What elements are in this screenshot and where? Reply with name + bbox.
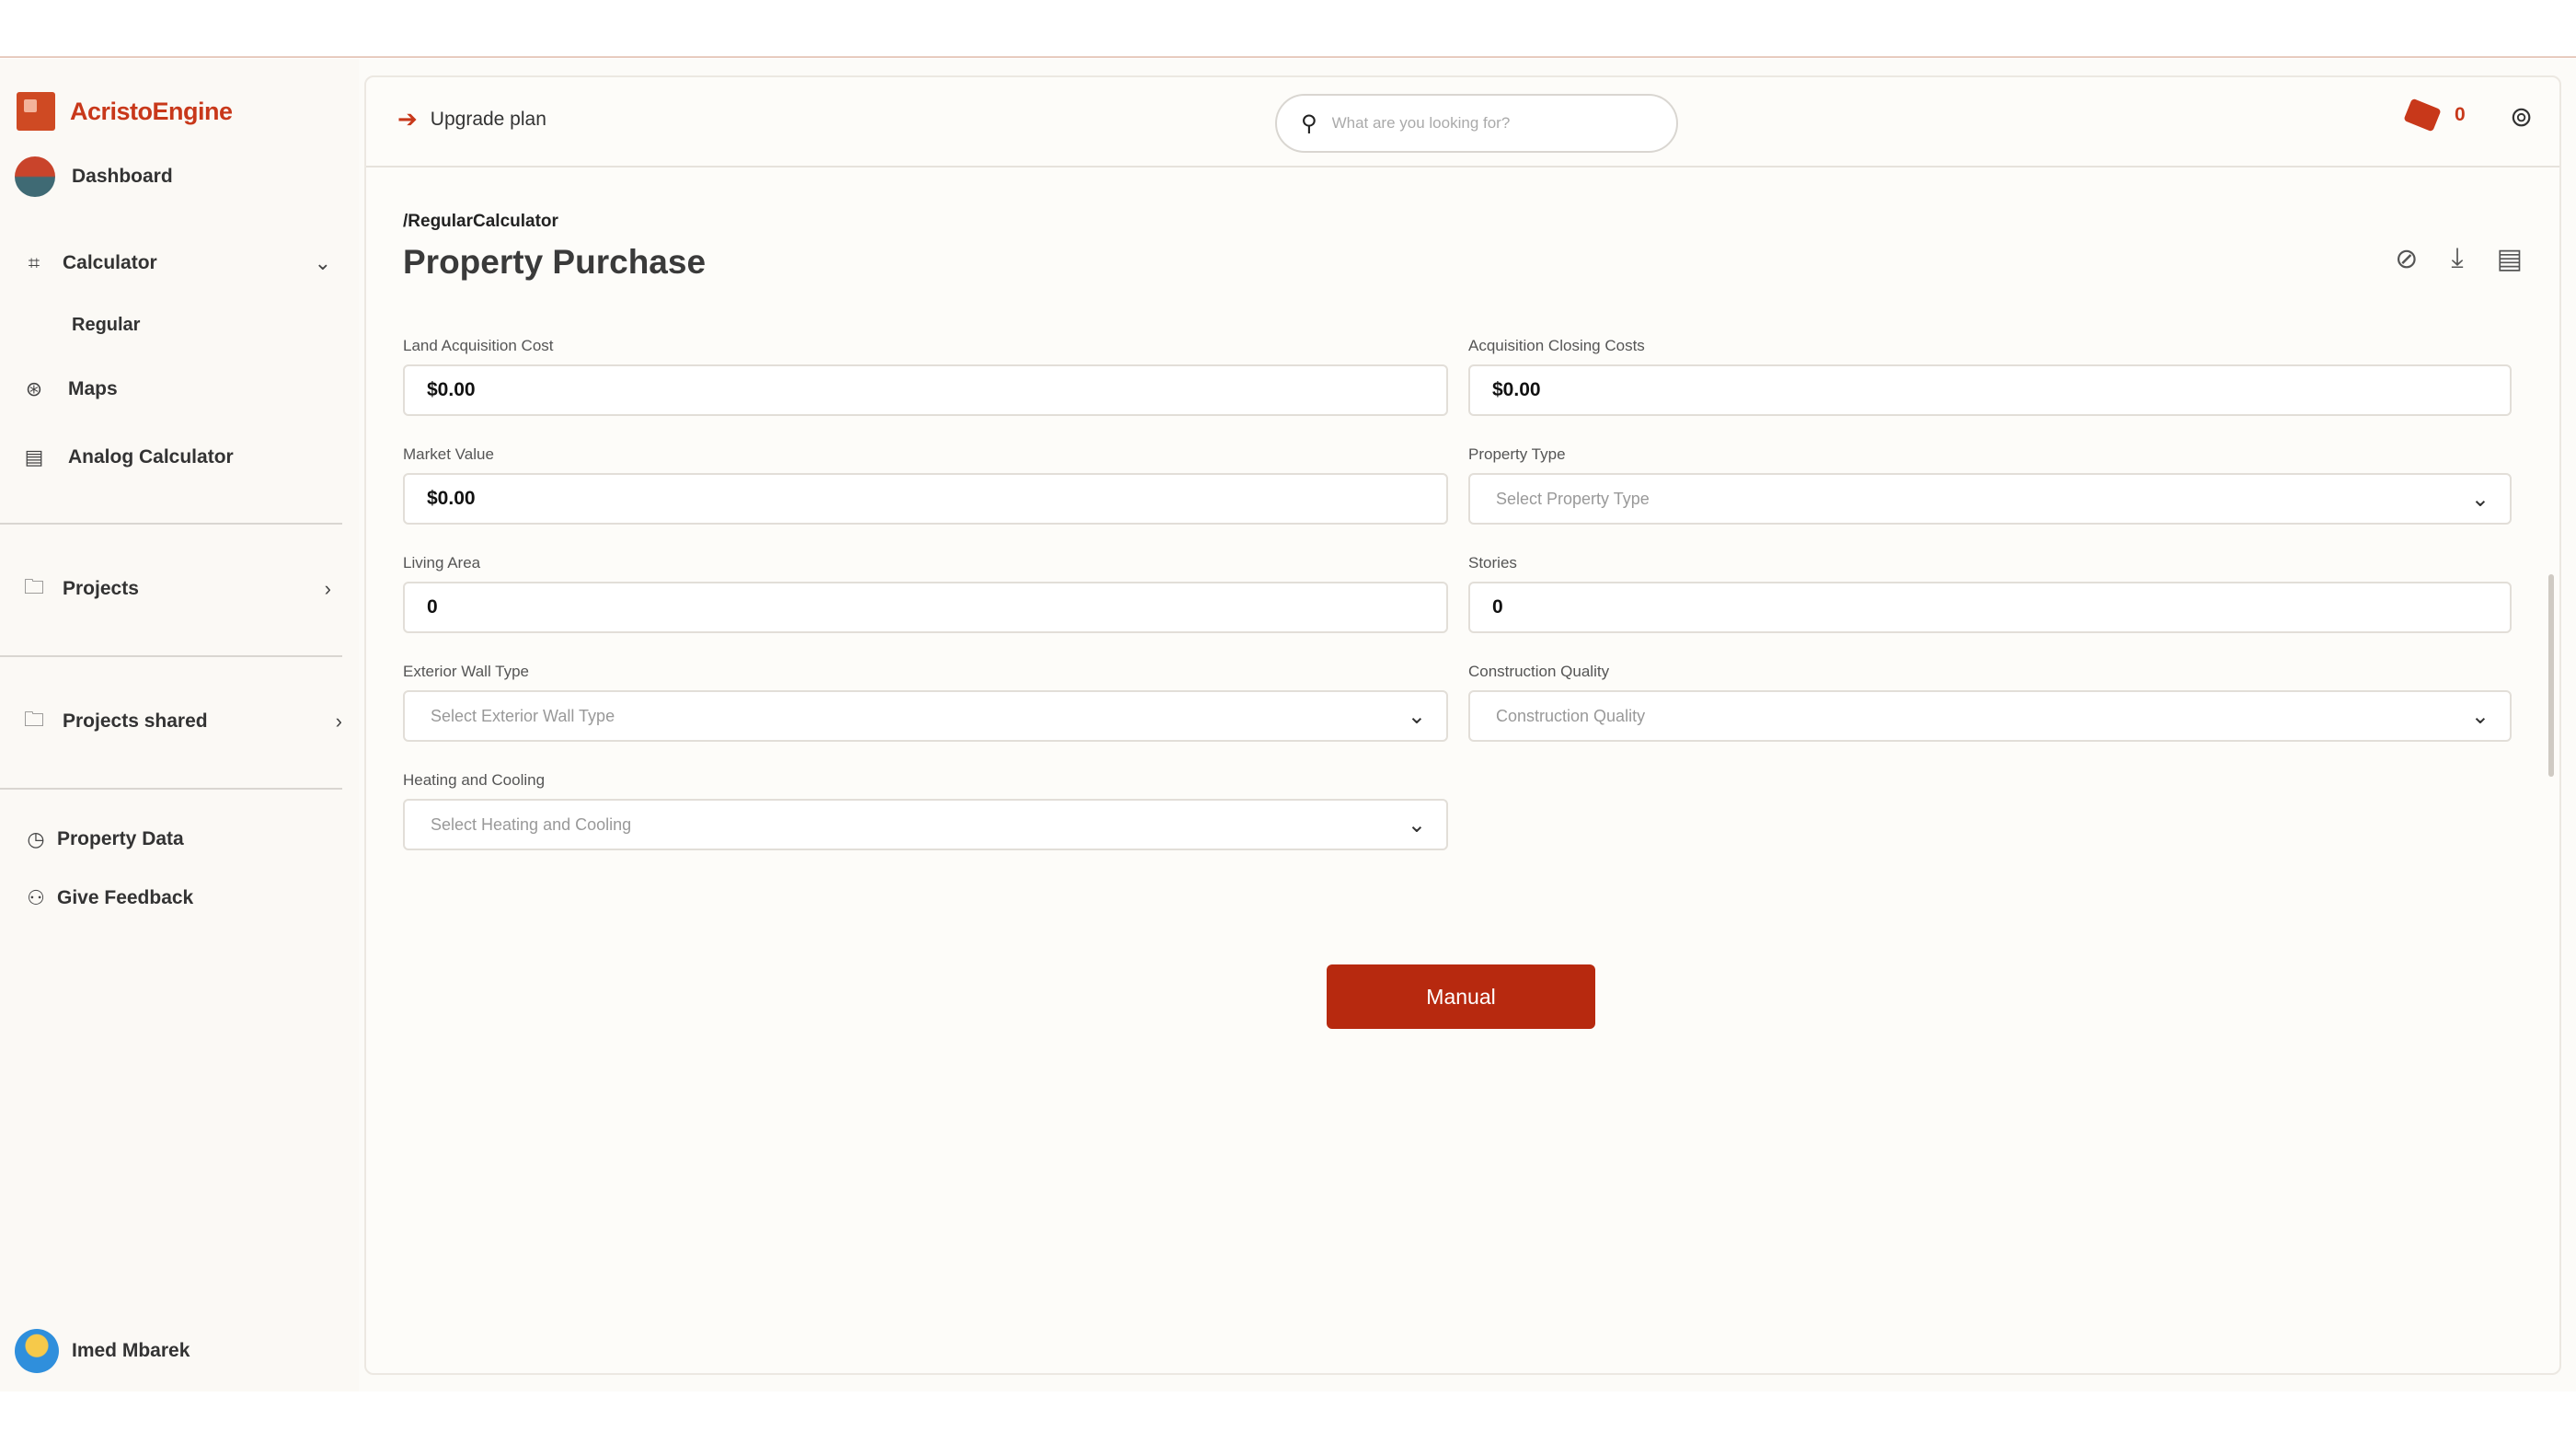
sidebar-item-analog-calculator[interactable]: ▤ Analog Calculator bbox=[18, 433, 359, 481]
sidebar-divider bbox=[0, 655, 342, 657]
sidebar-item-label: Calculator bbox=[63, 252, 157, 273]
chevron-right-icon[interactable]: › bbox=[336, 710, 342, 733]
search-input[interactable] bbox=[1331, 114, 1636, 133]
app-window: AcristoEngine Dashboard ⌗ Calculator ⌄ R… bbox=[0, 59, 2576, 1391]
logo-icon bbox=[17, 92, 55, 131]
tickets-icon bbox=[2403, 98, 2442, 133]
sidebar-item-dashboard[interactable]: Dashboard bbox=[0, 153, 359, 201]
sidebar: AcristoEngine Dashboard ⌗ Calculator ⌄ R… bbox=[0, 59, 359, 1391]
credits-value: 0 bbox=[2455, 104, 2466, 125]
chevron-down-icon: ⌄ bbox=[1407, 813, 1426, 837]
construction-quality-placeholder: Construction Quality bbox=[1496, 706, 1646, 725]
property-type-label: Property Type bbox=[1468, 445, 1566, 463]
land-cost-label: Land Acquisition Cost bbox=[403, 337, 554, 354]
exterior-wall-select[interactable]: Select Exterior Wall Type ⌄ bbox=[403, 690, 1448, 742]
map-icon: ⊛ bbox=[25, 377, 43, 400]
sidebar-subitem-regular[interactable]: Regular bbox=[72, 315, 140, 336]
chevron-down-icon: ⌄ bbox=[2470, 704, 2490, 729]
feedback-icon: ⚇ bbox=[27, 886, 45, 909]
sidebar-item-projects[interactable]: 🗀 Projects › bbox=[18, 565, 359, 613]
sidebar-item-maps[interactable]: ⊛ Maps bbox=[18, 365, 359, 413]
main-panel: ➔ Upgrade plan ⚲ 0 ⊚ /RegularCalculator … bbox=[364, 75, 2561, 1375]
sidebar-item-calculator[interactable]: ⌗ Calculator ⌄ bbox=[18, 239, 359, 287]
sidebar-item-projects-shared[interactable]: 🗀 Projects shared › bbox=[18, 698, 359, 745]
user-profile[interactable]: Imed Mbarek bbox=[15, 1329, 190, 1373]
breadcrumb: /RegularCalculator bbox=[403, 212, 558, 231]
top-bar: ➔ Upgrade plan ⚲ 0 ⊚ bbox=[366, 77, 2559, 167]
stories-label: Stories bbox=[1468, 554, 1517, 572]
history-icon: ◷ bbox=[27, 827, 45, 850]
chevron-down-icon: ⌄ bbox=[2470, 487, 2490, 512]
market-value-input[interactable]: $0.00 bbox=[403, 473, 1448, 525]
app-logo[interactable]: AcristoEngine bbox=[17, 92, 233, 131]
sidebar-item-label: Give Feedback bbox=[57, 887, 194, 908]
property-type-select[interactable]: Select Property Type ⌄ bbox=[1468, 473, 2512, 525]
exterior-wall-label: Exterior Wall Type bbox=[403, 663, 529, 680]
sidebar-item-property-data[interactable]: ◷ Property Data bbox=[20, 815, 359, 863]
avatar bbox=[15, 1329, 59, 1373]
folder-icon: 🗀 bbox=[23, 708, 44, 731]
heating-cooling-placeholder: Select Heating and Cooling bbox=[431, 814, 632, 834]
user-name: Imed Mbarek bbox=[72, 1340, 190, 1361]
browser-top-strip bbox=[0, 0, 2576, 58]
stories-input[interactable]: 0 bbox=[1468, 582, 2512, 633]
sidebar-item-label: Analog Calculator bbox=[68, 446, 234, 468]
chevron-down-icon[interactable]: ⌄ bbox=[315, 251, 331, 275]
construction-quality-select[interactable]: Construction Quality ⌄ bbox=[1468, 690, 2512, 742]
folder-icon: 🗀 bbox=[23, 575, 44, 598]
calculator-icon: ⌗ bbox=[28, 251, 40, 274]
dashboard-avatar bbox=[15, 156, 55, 197]
construction-quality-label: Construction Quality bbox=[1468, 663, 1610, 680]
chevron-right-icon[interactable]: › bbox=[325, 577, 331, 601]
sidebar-item-label: Dashboard bbox=[72, 166, 173, 187]
reset-icon[interactable]: ⊘ bbox=[2395, 243, 2418, 275]
sidebar-item-label: Maps bbox=[68, 378, 118, 399]
app-name: AcristoEngine bbox=[70, 97, 233, 125]
scrollbar[interactable] bbox=[2548, 574, 2554, 777]
property-type-placeholder: Select Property Type bbox=[1496, 489, 1650, 508]
living-area-input[interactable]: 0 bbox=[403, 582, 1448, 633]
market-value-label: Market Value bbox=[403, 445, 494, 463]
exterior-wall-placeholder: Select Exterior Wall Type bbox=[431, 706, 615, 725]
closing-costs-input[interactable]: $0.00 bbox=[1468, 364, 2512, 416]
sidebar-item-label: Projects shared bbox=[63, 710, 208, 732]
sidebar-divider bbox=[0, 788, 342, 790]
upgrade-label: Upgrade plan bbox=[430, 108, 546, 130]
search-box[interactable]: ⚲ bbox=[1275, 94, 1678, 153]
page-toolbar: ⊘ ⤓ ▤ bbox=[2395, 243, 2523, 275]
land-cost-input[interactable]: $0.00 bbox=[403, 364, 1448, 416]
heating-cooling-select[interactable]: Select Heating and Cooling ⌄ bbox=[403, 799, 1448, 850]
credits-counter[interactable]: 0 bbox=[2403, 98, 2466, 133]
upgrade-plan-button[interactable]: ➔ Upgrade plan bbox=[397, 105, 546, 133]
sidebar-divider bbox=[0, 523, 342, 525]
help-icon[interactable]: ⊚ bbox=[2510, 101, 2533, 133]
living-area-label: Living Area bbox=[403, 554, 481, 572]
chevron-down-icon: ⌄ bbox=[1407, 704, 1426, 729]
upgrade-icon: ➔ bbox=[397, 105, 418, 133]
sidebar-item-label: Projects bbox=[63, 578, 139, 599]
heating-cooling-label: Heating and Cooling bbox=[403, 771, 546, 789]
page-title: Property Purchase bbox=[403, 243, 707, 281]
sidebar-item-label: Property Data bbox=[57, 828, 184, 849]
sidebar-item-give-feedback[interactable]: ⚇ Give Feedback bbox=[20, 874, 359, 922]
analog-calculator-icon: ▤ bbox=[24, 445, 44, 468]
manual-button[interactable]: Manual bbox=[1327, 964, 1595, 1029]
download-icon[interactable]: ⤓ bbox=[2451, 243, 2463, 275]
search-icon: ⚲ bbox=[1301, 110, 1317, 136]
closing-costs-label: Acquisition Closing Costs bbox=[1468, 337, 1645, 354]
document-icon[interactable]: ▤ bbox=[2497, 243, 2523, 275]
